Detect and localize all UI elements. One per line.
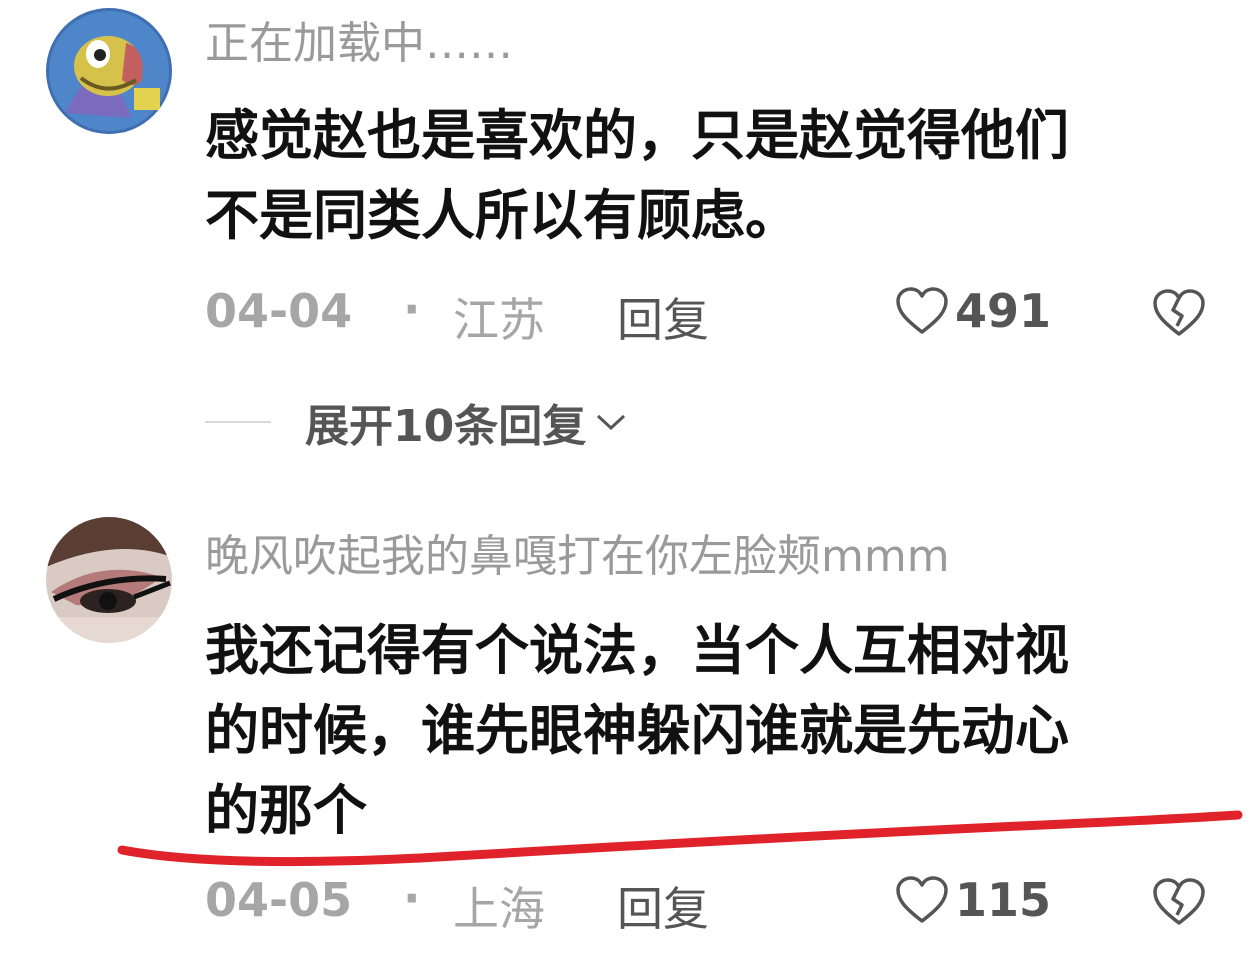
comment-text-line: 的时候，谁先眼神躲闪谁就是先动心 xyxy=(205,699,1069,762)
dislike-button[interactable] xyxy=(1152,877,1206,938)
comment-text-line: 感觉赵也是喜欢的，只是赵觉得他们 xyxy=(205,104,1069,167)
comment-text-line: 的那个 xyxy=(205,779,367,842)
comment-list: 正在加载中…… 感觉赵也是喜欢的，只是赵觉得他们 不是同类人所以有顾虑。 04-… xyxy=(0,0,1256,956)
reply-button[interactable]: 回复 xyxy=(617,284,709,350)
meta-separator: · xyxy=(403,282,421,336)
like-count: 115 xyxy=(955,873,1052,927)
expand-replies-label: 展开10条回复 xyxy=(305,401,587,452)
comment-text: 感觉赵也是喜欢的，只是赵觉得他们 不是同类人所以有顾虑。 xyxy=(205,96,1195,256)
heart-outline-icon xyxy=(896,876,948,923)
avatar[interactable] xyxy=(46,8,172,134)
avatar[interactable] xyxy=(46,517,172,643)
like-count: 491 xyxy=(955,284,1052,338)
comment-location: 上海 xyxy=(453,882,545,936)
comment-text-line: 不是同类人所以有顾虑。 xyxy=(205,184,799,247)
username[interactable]: 正在加载中…… xyxy=(205,22,513,66)
divider xyxy=(205,421,271,423)
comment-meta: 04-05 · 上海 回复 115 xyxy=(205,871,1206,936)
broken-heart-icon xyxy=(1153,878,1205,925)
like-button[interactable]: 115 xyxy=(895,873,1051,927)
expand-replies-button[interactable]: 展开10条回复 xyxy=(205,392,628,452)
comment-meta: 04-04 · 江苏 回复 491 xyxy=(205,282,1206,347)
heart-outline-icon xyxy=(896,287,948,334)
reply-button[interactable]: 回复 xyxy=(617,873,709,939)
dislike-button[interactable] xyxy=(1152,288,1206,349)
username[interactable]: 晚风吹起我的鼻嘎打在你左脸颊mmm xyxy=(205,535,950,579)
comment-date: 04-05 xyxy=(205,873,353,927)
comment-text: 我还记得有个说法，当个人互相对视 的时候，谁先眼神躲闪谁就是先动心 的那个 xyxy=(205,611,1195,851)
broken-heart-icon xyxy=(1153,289,1205,336)
meta-separator: · xyxy=(403,871,421,925)
like-button[interactable]: 491 xyxy=(895,284,1051,338)
chevron-down-icon xyxy=(597,414,626,431)
comment-text-line: 我还记得有个说法，当个人互相对视 xyxy=(205,619,1069,682)
comment-date: 04-04 xyxy=(205,284,353,338)
comment-location: 江苏 xyxy=(453,293,545,347)
